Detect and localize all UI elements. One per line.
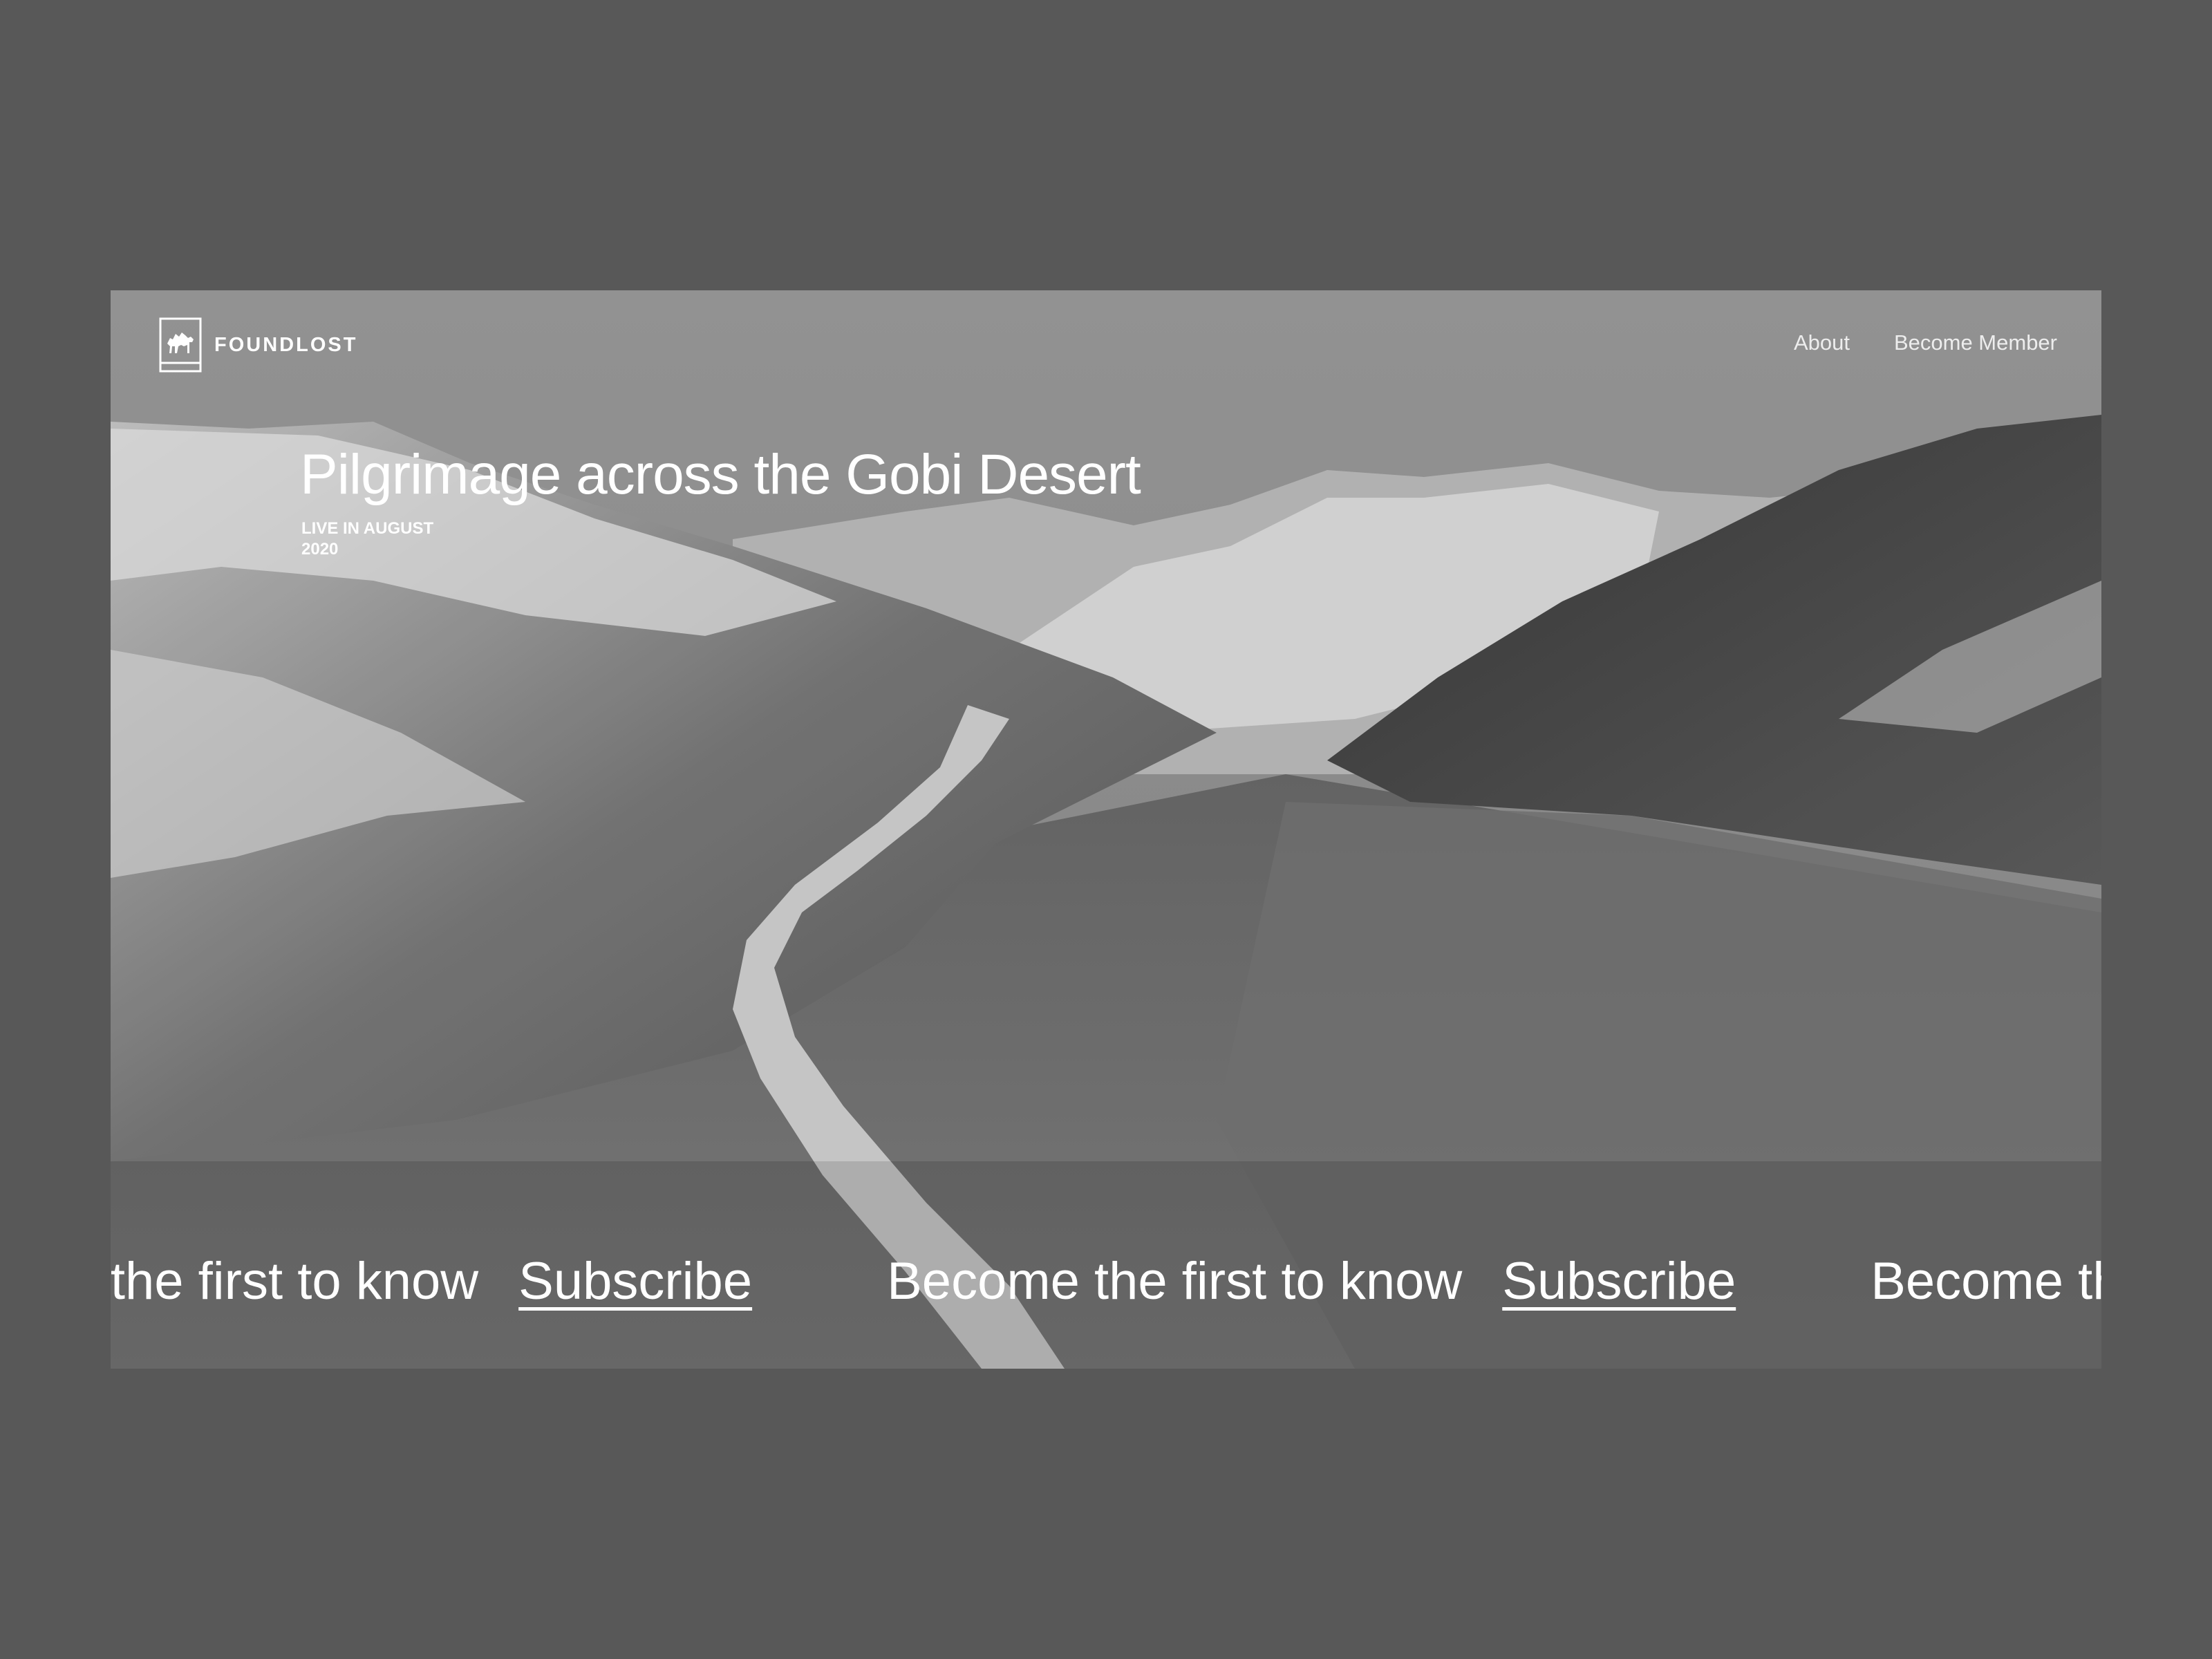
subscribe-link[interactable]: Subscribe [518,1251,752,1311]
brand[interactable]: FOUNDLOST [159,317,357,373]
subscribe-ticker: Become the first to know Subscribe Becom… [111,1251,2101,1334]
ticker-text: Become the first to know [887,1252,1463,1311]
hero-subtitle-line2: 2020 [301,540,339,559]
camel-icon [159,317,202,373]
ticker-track: Become the first to know Subscribe Becom… [111,1251,2101,1311]
ticker-text: Become the first to know [1871,1252,2101,1311]
hero-subtitle-line1: LIVE IN AUGUST [301,519,434,538]
ticker-text: Become the first to know [111,1252,479,1311]
hero-title: Pilgrimage across the Gobi Desert [300,443,1141,506]
ticker-item: Become the first to know Subscribe [1871,1251,2101,1311]
top-navigation-bar: FOUNDLOST About Become Member [111,290,2101,401]
nav-link-about[interactable]: About [1794,330,1850,355]
main-nav: About Become Member [1794,330,2057,355]
brand-name: FOUNDLOST [214,333,358,356]
hero-frame: FOUNDLOST About Become Member Pilgrimage… [111,290,2101,1369]
ticker-item: Become the first to know Subscribe [887,1251,1736,1311]
nav-link-become-member[interactable]: Become Member [1894,330,2057,355]
ticker-item: Become the first to know Subscribe [111,1251,752,1311]
hero-subtitle: LIVE IN AUGUST 2020 [301,518,481,560]
subscribe-link[interactable]: Subscribe [1502,1251,1736,1311]
